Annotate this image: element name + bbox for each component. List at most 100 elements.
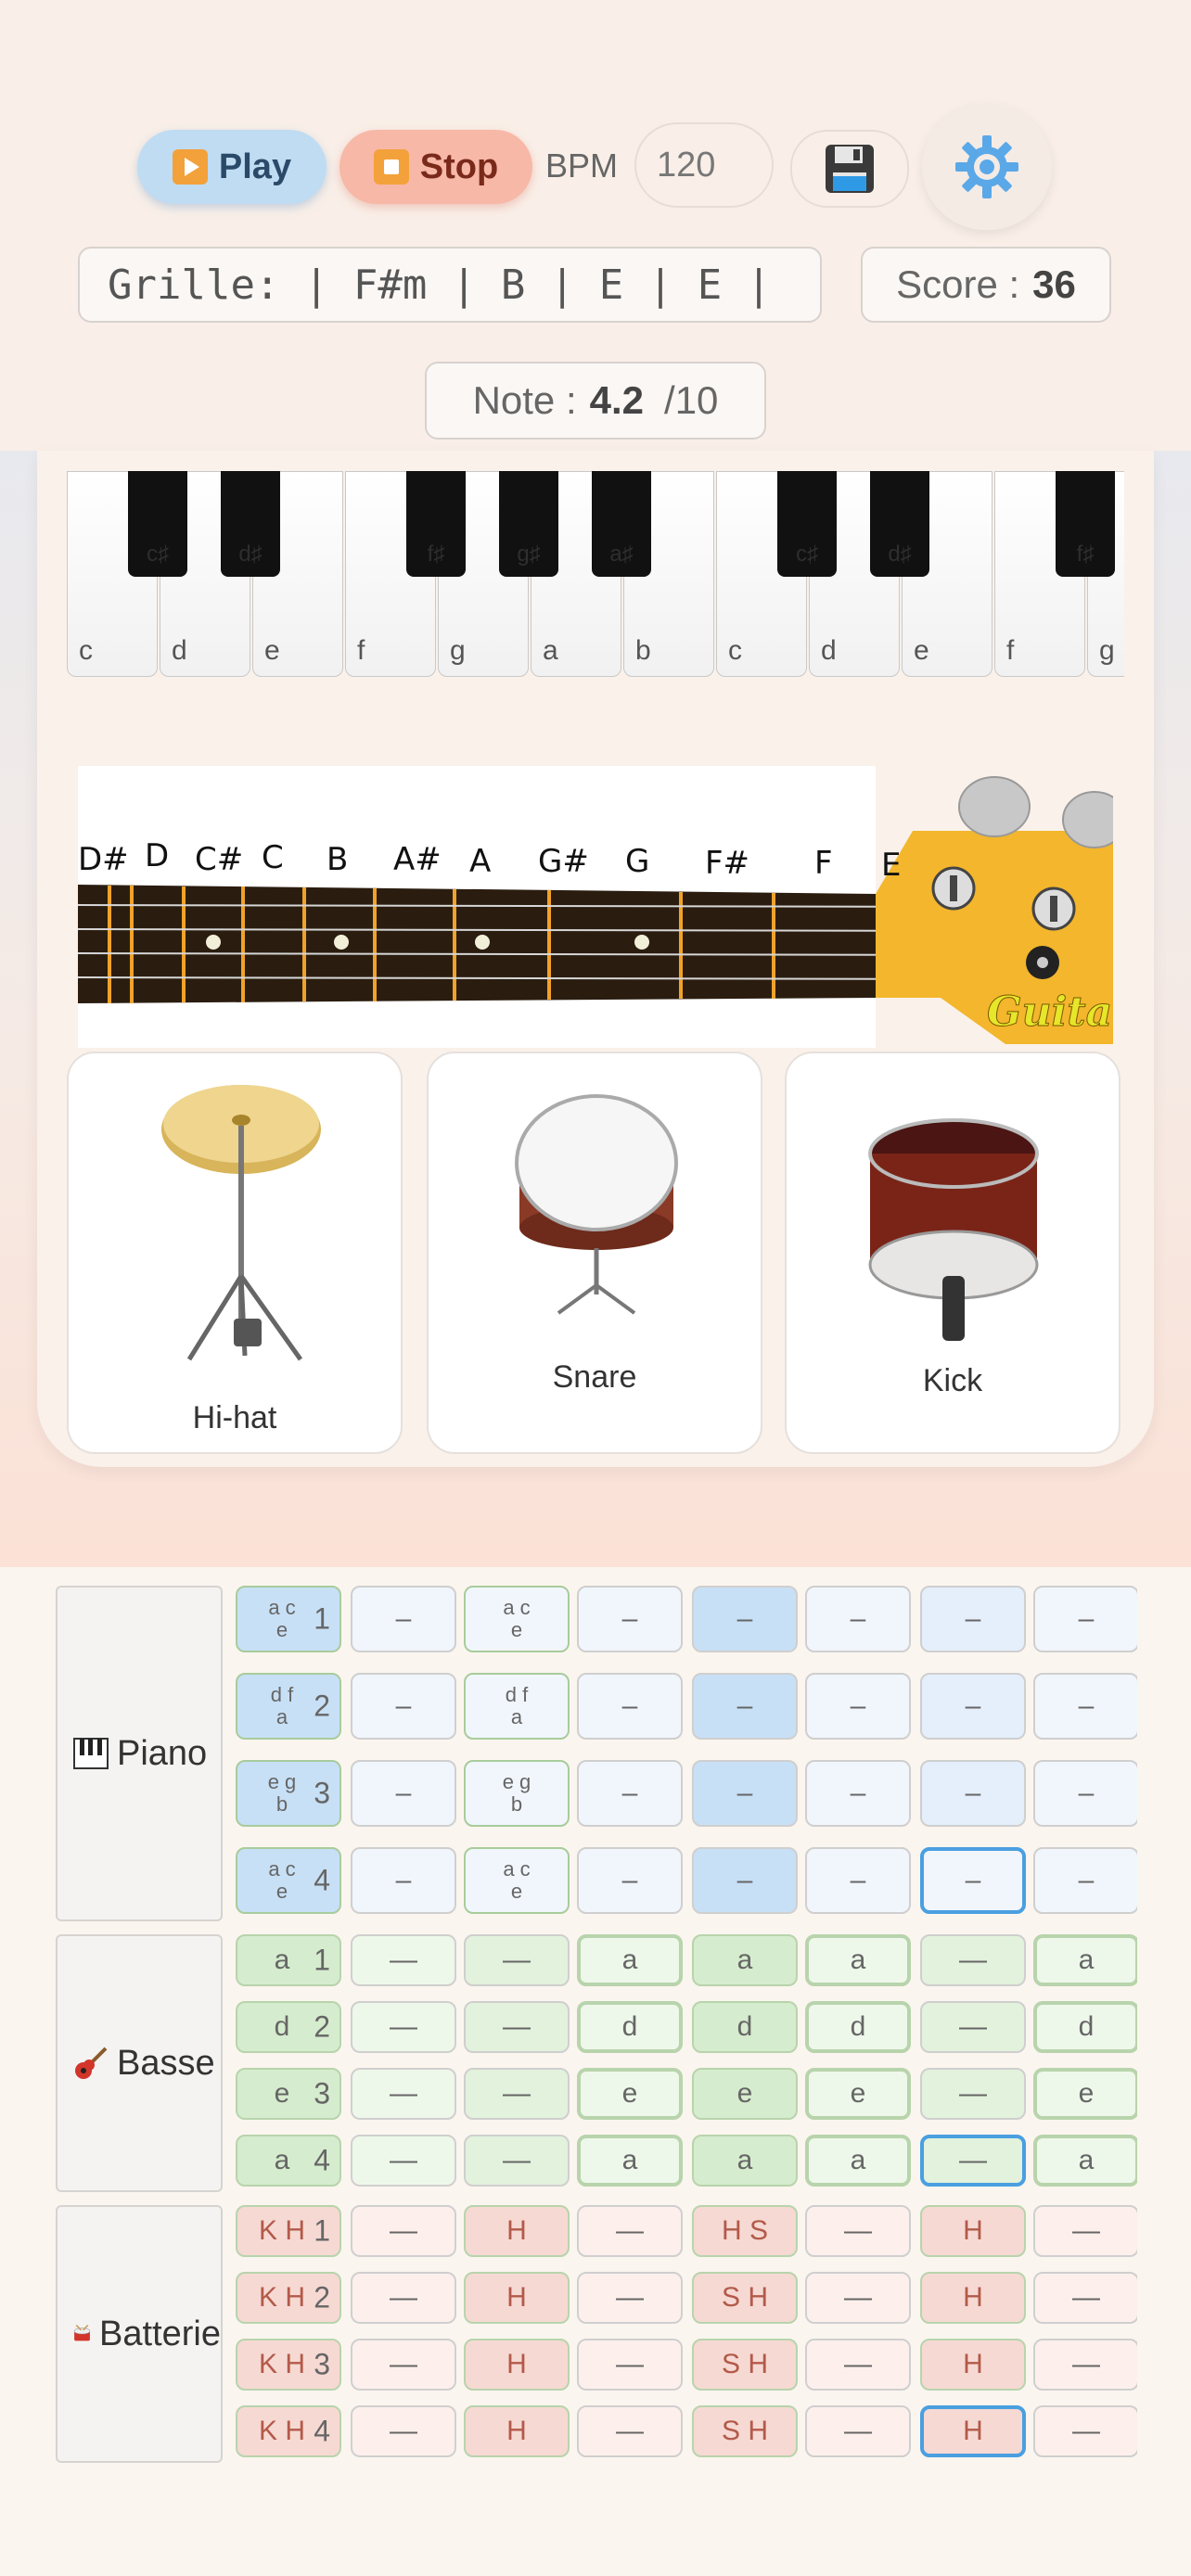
step-cell[interactable]: a [805, 1934, 911, 1986]
step-cell[interactable]: — [351, 1934, 456, 1986]
step-cell[interactable]: — [351, 2405, 456, 2457]
step-cell[interactable]: — [577, 2405, 683, 2457]
step-cell[interactable]: H [464, 2339, 570, 2391]
step-cell[interactable]: – [1033, 1760, 1137, 1827]
step-cell[interactable]: d2 [236, 2001, 341, 2053]
step-cell[interactable]: H [920, 2339, 1026, 2391]
step-cell[interactable]: — [464, 2001, 570, 2053]
step-cell[interactable]: K H 3 [236, 2339, 341, 2391]
step-cell[interactable]: — [1033, 2205, 1137, 2257]
step-cell[interactable]: e [1033, 2068, 1137, 2120]
step-cell[interactable]: – [577, 1760, 683, 1827]
step-cell[interactable]: – [920, 1760, 1026, 1827]
step-cell[interactable]: — [351, 2135, 456, 2187]
step-cell[interactable]: — [805, 2405, 911, 2457]
step-cell[interactable]: a c e 4 [236, 1847, 341, 1914]
step-cell[interactable]: H [464, 2205, 570, 2257]
step-cell[interactable]: d f a 2 [236, 1673, 341, 1740]
step-cell-cursor[interactable]: — [920, 2135, 1026, 2187]
step-cell[interactable]: – [920, 1673, 1026, 1740]
step-cell[interactable]: e [805, 2068, 911, 2120]
step-cell[interactable]: – [920, 1586, 1026, 1652]
save-button[interactable] [790, 130, 909, 208]
piano-key-black[interactable]: c♯ [128, 471, 187, 577]
step-cell[interactable]: – [577, 1673, 683, 1740]
step-cell[interactable]: – [805, 1673, 911, 1740]
step-cell[interactable]: a1 [236, 1934, 341, 1986]
step-cell[interactable]: — [464, 1934, 570, 1986]
step-cell[interactable]: H [464, 2272, 570, 2324]
step-cell[interactable]: – [1033, 1586, 1137, 1652]
piano-key-black[interactable]: d♯ [221, 471, 280, 577]
step-cell[interactable]: – [351, 1847, 456, 1914]
step-cell-cursor[interactable]: – [920, 1847, 1026, 1914]
step-cell[interactable]: H [464, 2405, 570, 2457]
step-cell[interactable]: e [692, 2068, 798, 2120]
bpm-input[interactable] [634, 122, 774, 208]
step-cell[interactable]: H [920, 2205, 1026, 2257]
step-cell[interactable]: — [351, 2205, 456, 2257]
step-cell[interactable]: — [805, 2205, 911, 2257]
step-cell[interactable]: d f a [464, 1673, 570, 1740]
step-cell[interactable]: a [1033, 1934, 1137, 1986]
settings-button[interactable] [922, 104, 1052, 230]
step-cell[interactable]: a c e 1 [236, 1586, 341, 1652]
piano-key-black[interactable]: c♯ [777, 471, 837, 577]
guitar-fretboard[interactable]: Guitar D# D C# C B A# A G# G F# F E [78, 766, 1113, 1048]
step-cell[interactable]: — [351, 2339, 456, 2391]
step-cell[interactable]: a [1033, 2135, 1137, 2187]
piano-key-black[interactable]: a♯ [592, 471, 651, 577]
step-cell[interactable]: — [351, 2001, 456, 2053]
step-cell[interactable]: – [805, 1586, 911, 1652]
step-cell-cursor[interactable]: H [920, 2405, 1026, 2457]
step-cell[interactable]: a [692, 1934, 798, 1986]
step-cell[interactable]: a [692, 2135, 798, 2187]
step-cell[interactable]: — [464, 2135, 570, 2187]
step-cell[interactable]: — [577, 2272, 683, 2324]
step-cell[interactable]: — [464, 2068, 570, 2120]
step-cell[interactable]: K H 4 [236, 2405, 341, 2457]
piano-key-black[interactable]: f♯ [1056, 471, 1115, 577]
step-cell[interactable]: – [805, 1847, 911, 1914]
piano-key-black[interactable]: f♯ [406, 471, 466, 577]
step-cell[interactable]: — [577, 2339, 683, 2391]
step-cell[interactable]: e [577, 2068, 683, 2120]
step-cell[interactable]: a4 [236, 2135, 341, 2187]
play-button[interactable]: Play [137, 130, 327, 204]
step-cell[interactable]: – [351, 1760, 456, 1827]
step-cell[interactable]: a c e [464, 1586, 570, 1652]
step-cell[interactable]: – [805, 1760, 911, 1827]
step-cell[interactable]: – [577, 1847, 683, 1914]
step-cell[interactable]: – [692, 1847, 798, 1914]
drum-pad-snare[interactable]: Snare [427, 1052, 762, 1454]
step-cell[interactable]: – [577, 1586, 683, 1652]
step-cell[interactable]: H S [692, 2205, 798, 2257]
step-cell[interactable]: e g b 3 [236, 1760, 341, 1827]
step-cell[interactable]: S H [692, 2405, 798, 2457]
step-cell[interactable]: — [805, 2339, 911, 2391]
step-cell[interactable]: — [920, 2068, 1026, 2120]
step-cell[interactable]: S H [692, 2339, 798, 2391]
piano-key-black[interactable]: d♯ [870, 471, 929, 577]
step-cell[interactable]: d [805, 2001, 911, 2053]
step-cell[interactable]: d [1033, 2001, 1137, 2053]
step-cell[interactable]: a [577, 2135, 683, 2187]
step-cell[interactable]: – [1033, 1673, 1137, 1740]
step-cell[interactable]: — [351, 2068, 456, 2120]
step-cell[interactable]: — [1033, 2339, 1137, 2391]
step-cell[interactable]: — [351, 2272, 456, 2324]
step-cell[interactable]: – [692, 1586, 798, 1652]
step-cell[interactable]: a [577, 1934, 683, 1986]
piano-key-black[interactable]: g♯ [499, 471, 558, 577]
step-cell[interactable]: – [351, 1586, 456, 1652]
step-cell[interactable]: e g b [464, 1760, 570, 1827]
step-cell[interactable]: S H [692, 2272, 798, 2324]
step-cell[interactable]: – [692, 1673, 798, 1740]
step-cell[interactable]: a [805, 2135, 911, 2187]
step-cell[interactable]: K H 2 [236, 2272, 341, 2324]
step-cell[interactable]: e3 [236, 2068, 341, 2120]
step-cell[interactable]: — [805, 2272, 911, 2324]
step-cell[interactable]: — [577, 2205, 683, 2257]
step-cell[interactable]: d [577, 2001, 683, 2053]
step-cell[interactable]: – [692, 1760, 798, 1827]
